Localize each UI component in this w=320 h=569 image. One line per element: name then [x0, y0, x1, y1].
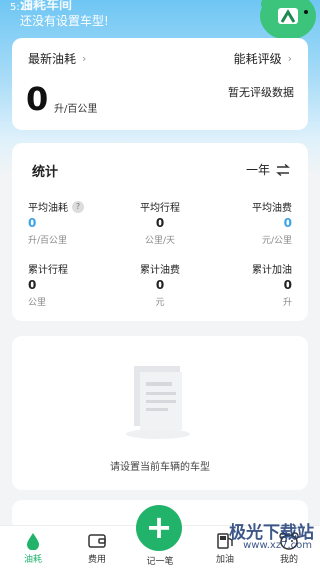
header-subtitle[interactable]: 还没有设置车型! [20, 12, 109, 29]
stat-unit: 元 [155, 298, 165, 308]
tab-label: 我的 [279, 555, 298, 565]
stat-avg-fuel: 平均油耗? 0 升/百公里 [28, 199, 84, 246]
stat-unit: 元/公里 [261, 236, 292, 246]
help-icon[interactable]: ? [72, 200, 84, 213]
no-rating-text: 暂无评级数据 [228, 86, 294, 99]
stat-label: 累计油费 [140, 265, 180, 276]
latest-fuel-link[interactable]: 最新油耗 › [28, 50, 86, 67]
stat-value: 0 [283, 278, 292, 292]
chevron-right-icon: › [287, 52, 292, 65]
stat-label: 累计行程 [28, 265, 68, 276]
watermark-url: www.xz7.com [243, 540, 312, 551]
plus-icon: + [145, 508, 173, 546]
swap-icon [276, 163, 290, 176]
latest-fuel-unit: 升/百公里 [54, 104, 98, 115]
stat-label: 平均油费 [252, 203, 292, 214]
tab-label: 费用 [87, 555, 106, 565]
stat-value: 0 [155, 278, 165, 292]
stat-value: 0 [155, 216, 165, 230]
chevron-right-icon: › [82, 52, 87, 65]
latest-fuel-label: 最新油耗 [28, 52, 77, 66]
stat-avg-cost: 平均油费 0 元/公里 [212, 199, 292, 246]
stat-value: 0 [28, 216, 37, 230]
empty-state-card[interactable]: 请设置当前车辆的车型 [12, 336, 308, 490]
stat-value: 0 [28, 278, 37, 292]
energy-rating-link[interactable]: 能耗评级 › [234, 50, 292, 67]
add-record-label: 记一笔 [146, 557, 174, 567]
document-illustration-icon [126, 366, 190, 439]
add-record-button[interactable]: + [136, 505, 182, 551]
tab-label: 加油 [215, 555, 234, 565]
stats-card: 统计 一年 平均油耗? 0 升/百公里 平均行程 0 公里/天 平均油费 0 元… [12, 143, 308, 321]
mascot-icon [260, 0, 316, 40]
stat-unit: 升 [282, 298, 292, 308]
stat-value: 0 [283, 216, 292, 230]
drop-icon [27, 533, 39, 550]
period-label: 一年 [245, 163, 270, 177]
tab-expense[interactable]: 费用 [72, 532, 122, 565]
period-switch[interactable]: 一年 [246, 161, 290, 178]
empty-state-hint: 请设置当前车辆的车型 [110, 462, 210, 473]
stat-avg-trip: 平均行程 0 公里/天 [120, 199, 200, 246]
stat-total-fuel: 累计加油 0 升 [212, 261, 292, 308]
stats-title: 统计 [32, 165, 59, 180]
stat-total-trip: 累计行程 0 公里 [28, 261, 68, 308]
stat-unit: 公里 [28, 298, 47, 308]
wallet-icon [88, 534, 106, 548]
tab-fuel[interactable]: 油耗 [8, 532, 58, 565]
tab-label: 油耗 [23, 555, 42, 565]
stat-label: 平均油耗 [28, 203, 68, 214]
stat-total-cost: 累计油费 0 元 [120, 261, 200, 308]
energy-rating-label: 能耗评级 [233, 52, 282, 66]
stat-label: 平均行程 [140, 203, 180, 214]
stat-unit: 公里/天 [144, 236, 176, 246]
stat-unit: 升/百公里 [28, 236, 68, 246]
latest-fuel-value: 0 [26, 80, 49, 118]
stat-label: 累计加油 [252, 265, 292, 276]
fuel-summary-card: 最新油耗 › 能耗评级 › 0 升/百公里 暂无评级数据 [12, 38, 308, 130]
